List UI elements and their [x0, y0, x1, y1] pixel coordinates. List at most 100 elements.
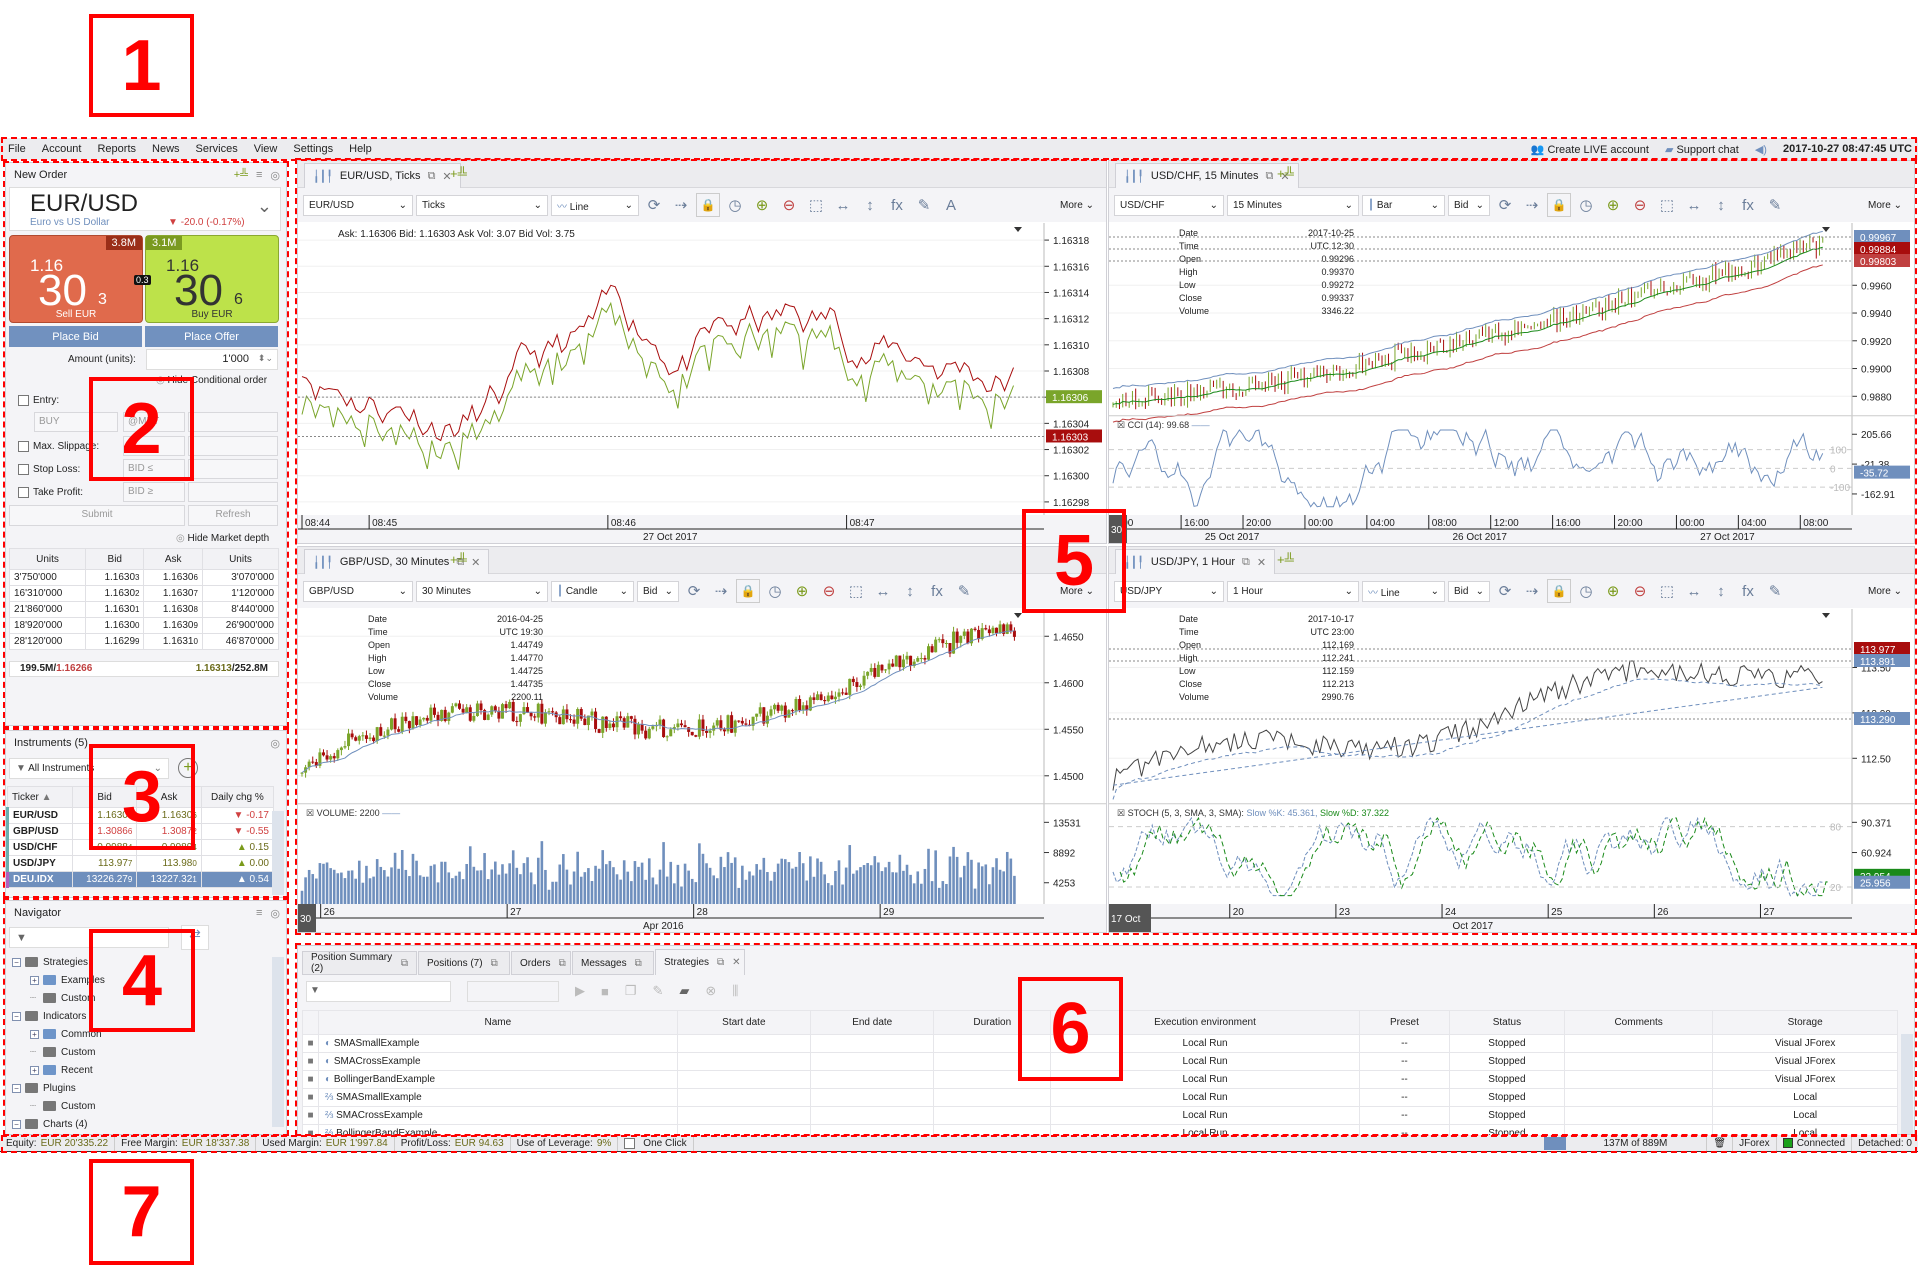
create-live-account-link[interactable]: 👥 Create LIVE account — [1531, 143, 1649, 156]
indicators-icon[interactable]: fx — [1736, 579, 1760, 603]
zoom-in-icon[interactable]: ⊕ — [1601, 193, 1625, 217]
chart-usdjpy[interactable]: ╽┃╿ USD/JPY, 1 Hour ⧉ ✕ +╩ USD/JPY ⌄ 1 Hour ⌄ 〰 L… — [1108, 546, 1915, 933]
chart-tab[interactable]: ╽┃╿ EUR/USD, Ticks ⧉ ✕ — [304, 163, 461, 188]
zoom-area-icon[interactable]: ⬚ — [844, 579, 868, 603]
expand-icon[interactable]: + — [30, 975, 39, 985]
add-chart-icon[interactable]: +╩ — [1277, 166, 1294, 181]
instrument-select[interactable]: GBP/USD ⌄ — [303, 580, 413, 602]
add-chart-icon[interactable]: +╩ — [234, 169, 248, 182]
column-header[interactable]: Daily chg % — [211, 792, 264, 803]
refresh-icon[interactable]: ⟳ — [1493, 193, 1517, 217]
trash-icon[interactable]: 🗑 — [1707, 1135, 1734, 1151]
expand-icon[interactable]: + — [30, 1065, 39, 1075]
hide-market-depth-toggle[interactable]: ◎ Hide Market depth — [176, 533, 269, 544]
tree-node[interactable]: − Plugins — [12, 1079, 267, 1097]
detach-icon[interactable]: ⧉ — [428, 170, 436, 183]
place-bid-button[interactable]: Place Bid — [9, 326, 142, 347]
column-header[interactable]: Ticker — [12, 792, 39, 803]
indicators-icon[interactable]: fx — [925, 579, 949, 603]
column-header[interactable]: Comments — [1614, 1017, 1662, 1028]
menu-account[interactable]: Account — [34, 143, 90, 155]
scrollbar[interactable] — [1901, 1034, 1913, 1134]
zoom-time-icon[interactable]: ◷ — [763, 579, 787, 603]
scrollbar[interactable] — [272, 811, 284, 895]
chart-type-select[interactable]: ┃ Bar ⌄ — [1362, 194, 1445, 216]
period-select[interactable]: 15 Minutes ⌄ — [1227, 194, 1359, 216]
strategy-search-input[interactable]: ▼ — [306, 980, 451, 1002]
chart-tab[interactable]: ╽┃╿ USD/JPY, 1 Hour ⧉ ✕ — [1115, 549, 1276, 574]
more-button[interactable]: More ⌄ — [1060, 200, 1106, 211]
chevron-down-icon[interactable]: ⌄ — [257, 196, 272, 217]
add-chart-icon[interactable]: +╩ — [1277, 552, 1294, 567]
draw-icon[interactable]: ✎ — [1763, 579, 1787, 603]
tree-node[interactable]: ┈ Custom — [12, 1097, 267, 1115]
hide-icon[interactable]: ◎ — [270, 169, 280, 182]
submit-button[interactable]: Submit — [9, 505, 185, 526]
lock-icon[interactable]: 🔒 — [736, 579, 760, 603]
menu-reports[interactable]: Reports — [89, 143, 144, 155]
amount-stepper-icon[interactable]: ⬍⌄ — [258, 353, 273, 364]
shift-icon[interactable]: ⇢ — [1520, 193, 1544, 217]
tree-node[interactable]: ┈ Custom — [12, 1043, 267, 1061]
instrument-select[interactable]: EUR/USD ⌄ — [303, 194, 413, 216]
zoom-time-icon[interactable]: ◷ — [723, 193, 747, 217]
draw-icon[interactable]: ✎ — [1763, 193, 1787, 217]
instrument-select[interactable]: USD/CHF ⌄ — [1114, 194, 1224, 216]
shift-icon[interactable]: ⇢ — [669, 193, 693, 217]
support-chat-link[interactable]: ▰ Support chat — [1665, 143, 1739, 156]
detach-icon[interactable]: ⧉ — [491, 958, 498, 969]
chart-gbpusd[interactable]: ╽┃╿ GBP/USD, 30 Minutes ⧉ ✕ +╩ GBP/USD ⌄ 30 Min… — [297, 546, 1107, 933]
tree-node[interactable]: + Recent — [12, 1061, 267, 1079]
refresh-button[interactable]: Refresh — [188, 505, 278, 526]
draw-icon[interactable]: ✎ — [952, 579, 976, 603]
place-offer-button[interactable]: Place Offer — [145, 326, 278, 347]
detach-icon[interactable]: ⧉ — [1242, 556, 1250, 569]
stop-icon[interactable]: ■ — [601, 984, 609, 999]
zoom-in-icon[interactable]: ⊕ — [1601, 579, 1625, 603]
detach-icon[interactable]: ⧉ — [717, 957, 724, 968]
take-profit-condition[interactable]: BID ≥ — [123, 482, 185, 502]
max-slippage-checkbox[interactable]: Max. Slippage: — [18, 441, 99, 452]
detach-icon[interactable]: ⧉ — [1265, 170, 1273, 183]
tab-orders[interactable]: Orders ⧉ — [511, 951, 571, 975]
tab-positions[interactable]: Positions (7) ⧉ — [418, 951, 510, 975]
menu-view[interactable]: View — [246, 143, 286, 155]
column-header[interactable]: Duration — [973, 1017, 1011, 1028]
menu-file[interactable]: File — [0, 143, 34, 155]
lock-icon[interactable]: 🔒 — [1547, 193, 1571, 217]
collapse-icon[interactable]: − — [12, 1119, 21, 1129]
column-header[interactable]: Start date — [722, 1017, 765, 1028]
close-icon[interactable]: ✕ — [1257, 556, 1266, 569]
instrument-row[interactable]: USD/JPY 113.977 113.980 ▲ 0.00 — [6, 855, 275, 872]
buy-button[interactable]: 3.1M 1.16 30 6 Buy EUR — [145, 235, 279, 323]
zoom-out-icon[interactable]: ⊖ — [1628, 579, 1652, 603]
entry-checkbox[interactable]: Entry: — [18, 395, 59, 406]
instrument-row[interactable]: DEU.IDX 13226.279 13227.321 ▲ 0.54 — [6, 871, 275, 888]
column-header[interactable]: Storage — [1788, 1017, 1823, 1028]
sound-icon[interactable]: ◀) — [1755, 143, 1767, 156]
tab-messages[interactable]: Messages ⧉ — [572, 951, 654, 975]
refresh-icon[interactable]: ⟳ — [682, 579, 706, 603]
edit-icon[interactable]: ✎ — [653, 983, 664, 999]
close-icon[interactable]: ✕ — [732, 957, 740, 968]
zoom-in-icon[interactable]: ⊕ — [750, 193, 774, 217]
menu-news[interactable]: News — [144, 143, 188, 155]
scrollbar[interactable] — [272, 957, 284, 1127]
menu-help[interactable]: Help — [341, 143, 380, 155]
detach-icon[interactable]: ⧉ — [635, 958, 642, 969]
shift-icon[interactable]: ⇢ — [709, 579, 733, 603]
fit-vertical-icon[interactable]: ↕ — [858, 193, 882, 217]
entry-price-input[interactable] — [188, 412, 278, 432]
delete-icon[interactable]: ⊗ — [705, 983, 716, 999]
strategy-row[interactable]: ■ ⅔ SMASmallExample Local Run -- Stopped Loca… — [302, 1088, 1898, 1107]
stop-loss-input[interactable] — [188, 459, 278, 479]
menu-icon[interactable]: ≡ — [256, 169, 262, 182]
stop-loss-checkbox[interactable]: Stop Loss: — [18, 464, 80, 475]
zoom-out-icon[interactable]: ⊖ — [1628, 193, 1652, 217]
zoom-area-icon[interactable]: ⬚ — [1655, 579, 1679, 603]
menu-services[interactable]: Services — [188, 143, 246, 155]
period-select[interactable]: 1 Hour ⌄ — [1227, 580, 1359, 602]
hide-icon[interactable]: ◎ — [270, 907, 280, 920]
chart-tab[interactable]: ╽┃╿ USD/CHF, 15 Minutes ⧉ ✕ — [1115, 163, 1299, 188]
fit-vertical-icon[interactable]: ↕ — [1709, 579, 1733, 603]
